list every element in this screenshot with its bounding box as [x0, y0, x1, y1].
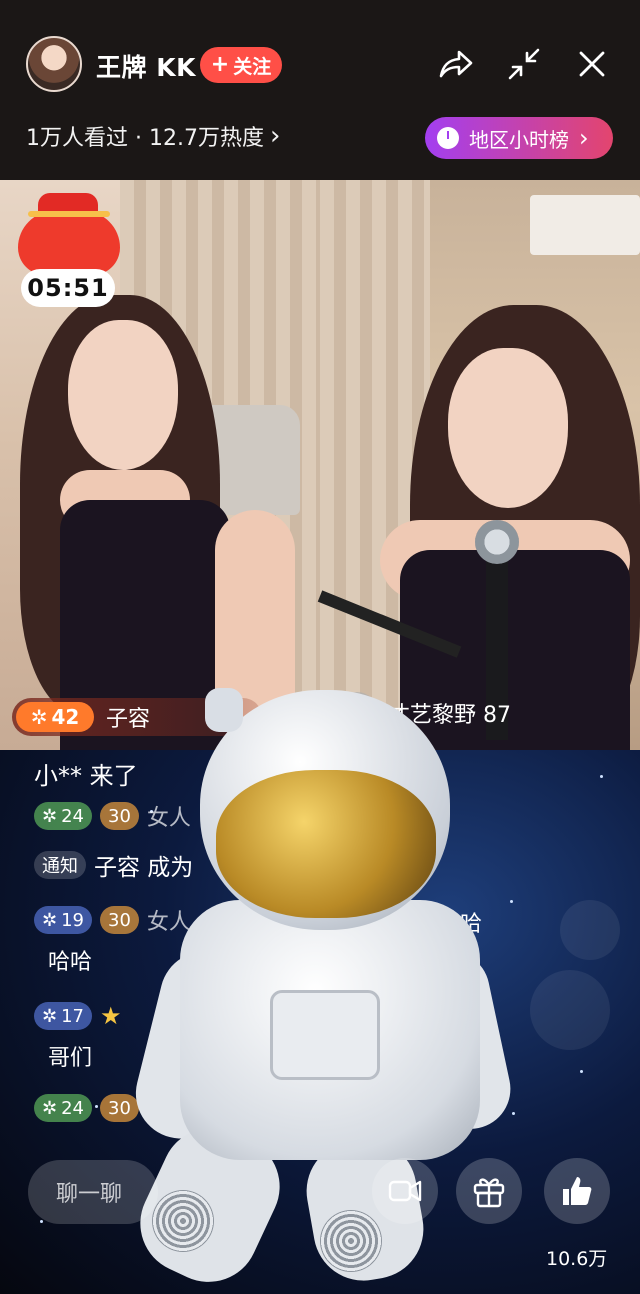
like-button[interactable]	[544, 1158, 610, 1224]
level-number: 42	[51, 705, 80, 729]
astronaut-chest-panel	[270, 990, 380, 1080]
thumbs-up-icon	[563, 1177, 592, 1205]
astronaut-boot-coil	[152, 1190, 214, 1252]
video-call-button[interactable]	[372, 1158, 438, 1224]
gift-button[interactable]	[456, 1158, 522, 1224]
user-level-badge: ✲ 24	[34, 1094, 92, 1122]
level-badge: ✲ 42	[16, 702, 94, 732]
chevron-right-icon: ›	[579, 124, 589, 152]
astronaut-gift-animation	[123, 690, 518, 1294]
star-decoration	[510, 900, 513, 903]
minimize-icon[interactable]	[504, 44, 544, 84]
level-number: 24	[61, 1097, 84, 1119]
like-count: 10.6万	[546, 1248, 608, 1270]
share-icon[interactable]	[436, 44, 476, 84]
region-hour-rank-button[interactable]: 地区小时榜 ›	[425, 117, 613, 159]
entry-text: 小** 来了	[34, 762, 138, 790]
air-conditioner-bg	[530, 195, 640, 255]
bag-ribbon	[28, 211, 110, 217]
chat-entry-message: 小** 来了	[34, 756, 138, 791]
sparkle-icon: ✲	[42, 909, 58, 931]
star-decoration	[600, 775, 603, 778]
notice-tag: 通知	[34, 851, 86, 879]
host-face	[68, 320, 178, 470]
mini-astronaut-icon	[205, 688, 243, 732]
anchor-name[interactable]: 王牌 KK	[96, 48, 196, 84]
sparkle-icon: ✲	[42, 1005, 58, 1027]
chat-row[interactable]: ✲ 24 30	[34, 1094, 139, 1122]
star-badge-icon: ★	[100, 1002, 122, 1030]
user-level-badge: ✲ 19	[34, 906, 92, 934]
chat-input[interactable]: 聊一聊	[28, 1160, 158, 1224]
clock-icon	[437, 127, 459, 149]
follow-label: 关注	[233, 55, 272, 78]
top-bar: 王牌 KK + 关注 1万人看过 · 12.7万热度 › 地区小时榜 ›	[0, 0, 640, 180]
star-decoration	[580, 1070, 583, 1073]
video-call-icon	[388, 1180, 422, 1202]
viewer-stats[interactable]: 1万人看过 · 12.7万热度 ›	[26, 120, 280, 152]
guest-video-pane[interactable]	[320, 180, 640, 750]
star-decoration	[512, 1112, 515, 1115]
astronaut-boot-coil	[320, 1210, 382, 1272]
follow-button[interactable]: + 关注	[200, 47, 282, 83]
user-level-badge: ✲ 24	[34, 802, 92, 830]
star-decoration	[40, 1220, 43, 1223]
level-number: 17	[61, 1005, 84, 1027]
sparkle-icon: ✲	[42, 805, 58, 827]
bubble-decoration	[530, 970, 610, 1050]
user-level-badge: ✲ 17	[34, 1002, 92, 1030]
anchor-avatar[interactable]	[26, 36, 82, 92]
level-number: 19	[61, 909, 84, 931]
close-icon[interactable]	[572, 44, 612, 84]
chat-message: 哈哈	[48, 950, 93, 975]
level-number: 24	[61, 805, 84, 827]
gift-icon	[473, 1178, 505, 1208]
rank-label: 地区小时榜	[469, 127, 569, 152]
stats-text: 1万人看过 · 12.7万热度	[26, 126, 264, 151]
microphone	[475, 520, 519, 564]
countdown-timer[interactable]: 05:51	[21, 269, 115, 307]
bag-body	[18, 211, 120, 275]
chat-message: 哥们	[48, 1046, 93, 1071]
plus-icon: +	[210, 52, 230, 77]
chevron-right-icon: ›	[269, 121, 281, 151]
guest-face	[448, 348, 568, 508]
sparkle-icon: ✲	[30, 705, 48, 729]
astronaut-visor	[216, 770, 436, 918]
sparkle-icon: ✲	[42, 1097, 58, 1119]
bubble-decoration	[560, 900, 620, 960]
chat-row[interactable]: ✲ 17 ★	[34, 1002, 122, 1030]
